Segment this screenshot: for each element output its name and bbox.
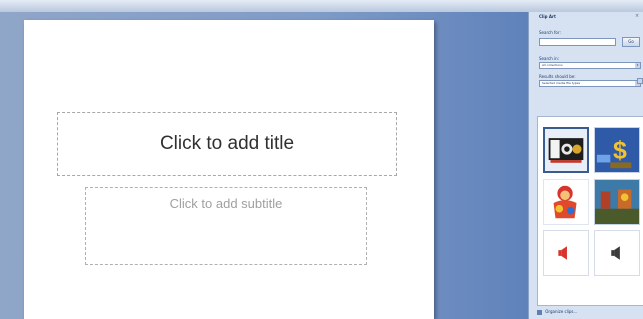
close-icon[interactable]: ×: [635, 13, 639, 19]
dollar-clipart-icon[interactable]: $: [594, 127, 640, 173]
results-type-value: Selected media file types: [542, 81, 581, 85]
title-placeholder-text: Click to add title: [159, 133, 295, 154]
pane-scroll-button[interactable]: [637, 78, 643, 84]
search-for-label: Search for:: [539, 30, 561, 35]
character-clipart-icon[interactable]: [543, 179, 589, 225]
clip-art-task-pane: Clip Art × Search for: Go Search in: All…: [528, 12, 643, 319]
subtitle-placeholder[interactable]: Click to add subtitle: [85, 187, 367, 265]
subtitle-placeholder-text: Click to add subtitle: [169, 196, 283, 211]
search-in-select[interactable]: All collections ▾: [539, 62, 641, 69]
chevron-down-icon: ▾: [635, 63, 640, 68]
search-in-label: Search in:: [539, 56, 560, 61]
search-in-value: All collections: [542, 63, 563, 67]
window-top-strip: [0, 0, 643, 12]
sound-clipart-icon[interactable]: [594, 230, 640, 276]
scene-clipart-icon[interactable]: [594, 179, 640, 225]
pane-footer[interactable]: Organize clips...: [537, 309, 643, 318]
go-button[interactable]: Go: [622, 37, 640, 47]
clip-results-list[interactable]: $: [537, 116, 643, 306]
movie-clipart-icon[interactable]: [543, 127, 589, 173]
results-type-label: Results should be:: [539, 74, 576, 79]
title-placeholder[interactable]: Click to add title: [57, 112, 397, 176]
search-input[interactable]: [539, 38, 616, 46]
sound-clipart-icon[interactable]: [543, 230, 589, 276]
organize-clips-icon: [537, 309, 542, 315]
pane-title: Clip Art: [539, 14, 556, 19]
organize-clips-link[interactable]: Organize clips...: [545, 309, 577, 314]
slide-canvas[interactable]: Click to add title Click to add subtitle: [24, 20, 434, 319]
results-type-select[interactable]: Selected media file types ▾: [539, 80, 641, 87]
svg-text:$: $: [613, 137, 627, 165]
